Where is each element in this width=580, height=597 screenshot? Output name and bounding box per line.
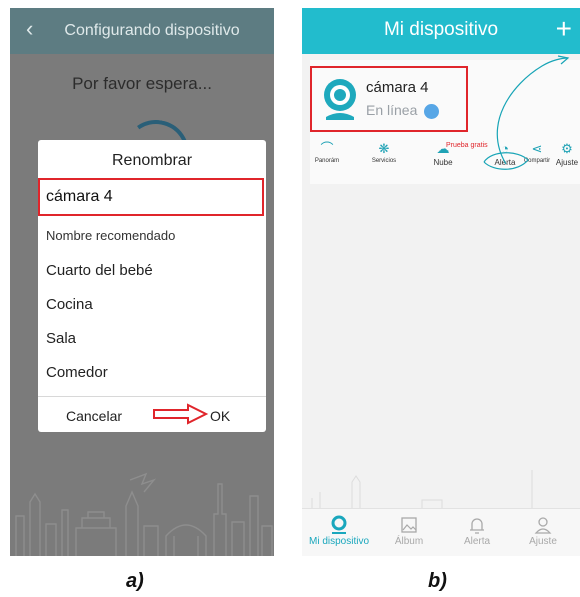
tab-album[interactable]: Álbum <box>374 515 444 547</box>
device-status: En línea <box>366 102 418 118</box>
services-icon: ❋ <box>378 141 390 156</box>
camera-name-input[interactable]: cámara 4 <box>38 178 264 216</box>
skyline-illustration <box>15 472 273 556</box>
rename-dialog: Renombrar cámara 4 Nombre recomendado Cu… <box>38 140 266 432</box>
dialog-title: Renombrar <box>111 152 193 169</box>
caption-a: a) <box>126 570 144 592</box>
bell-icon <box>470 518 484 534</box>
image-icon <box>401 517 417 533</box>
caption-b: b) <box>428 570 447 592</box>
action-services[interactable]: ❋ Servicios <box>364 141 404 165</box>
action-panorama[interactable]: ⌒ Panorám <box>310 141 344 165</box>
panorama-icon: ⌒ <box>320 141 334 156</box>
link-icon <box>424 104 439 119</box>
device-name: cámara 4 <box>366 79 429 96</box>
name-option[interactable]: Cocina <box>46 296 93 313</box>
skyline-illustration <box>311 470 533 510</box>
tab-my-device[interactable]: Mi dispositivo <box>304 515 374 547</box>
plus-icon[interactable]: + <box>556 14 572 44</box>
arrow-right-icon <box>153 403 209 425</box>
recommended-name-label: Nombre recomendado <box>46 228 176 243</box>
cancel-button[interactable]: Cancelar <box>66 408 122 424</box>
app-header: ‹ Configurando dispositivo <box>10 8 274 54</box>
tab-settings[interactable]: Ajuste <box>508 515 578 547</box>
tab-alert[interactable]: Alerta <box>442 515 512 547</box>
page-title: Configurando dispositivo <box>64 22 240 39</box>
name-option[interactable]: Comedor <box>46 364 108 381</box>
bottom-tab-bar: Mi dispositivo Álbum Alerta Ajuste <box>302 508 580 556</box>
app-header: Mi dispositivo + <box>302 8 580 54</box>
device-item[interactable]: cámara 4 En línea <box>310 66 468 132</box>
location-icon <box>331 515 347 534</box>
figure: ‹ Configurando dispositivo Por favor esp… <box>0 0 580 597</box>
name-option[interactable]: Cuarto del bebé <box>46 262 153 279</box>
panel-b-screen: Mi dispositivo + cámara 4 En línea ⌒ Pan… <box>302 8 580 556</box>
camera-icon <box>324 79 356 120</box>
panel-a-screen: ‹ Configurando dispositivo Por favor esp… <box>10 8 274 556</box>
waiting-text: Por favor espera... <box>72 74 212 93</box>
name-option[interactable]: Sala <box>46 330 76 347</box>
dialog-footer: Cancelar OK <box>38 396 266 432</box>
ok-button[interactable]: OK <box>210 408 230 424</box>
annotation-arrow <box>483 55 570 170</box>
user-icon <box>534 517 552 534</box>
page-title: Mi dispositivo <box>383 19 499 40</box>
